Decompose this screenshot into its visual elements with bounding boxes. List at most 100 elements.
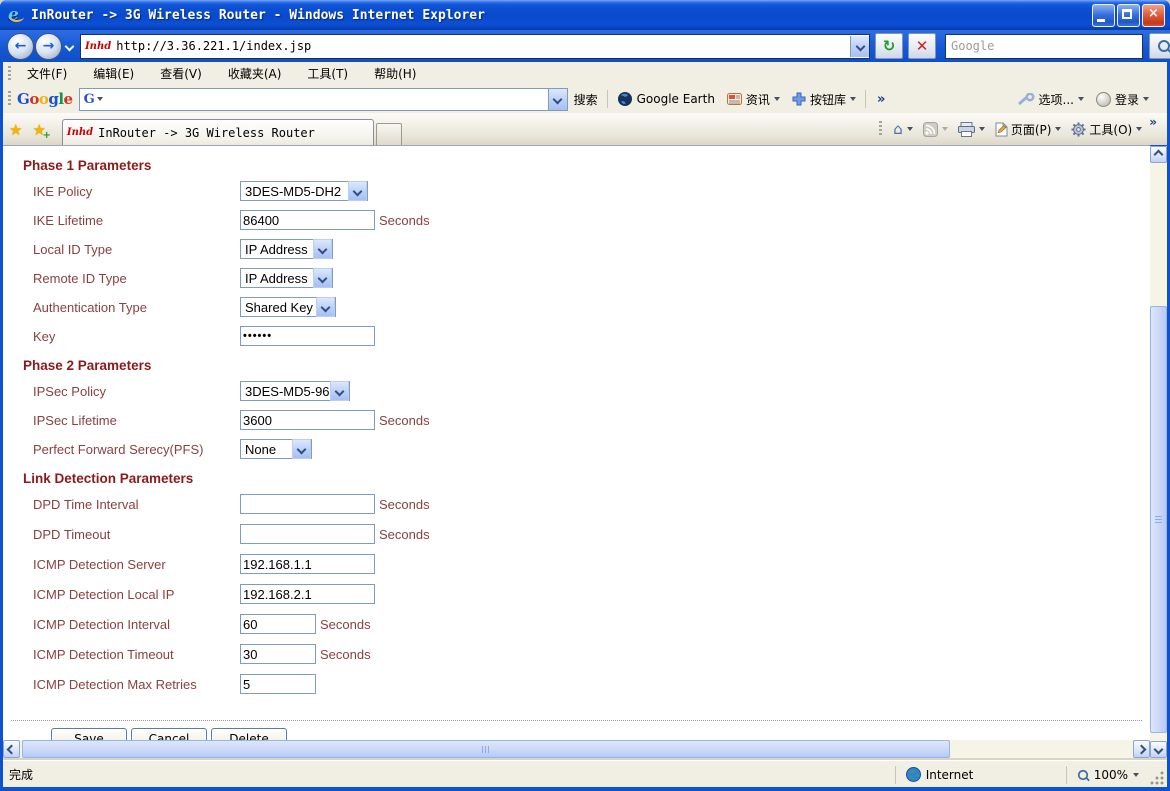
field-label: ICMP Detection Timeout bbox=[33, 647, 240, 662]
ike-policy-select[interactable]: 3DES-MD5-DH2 bbox=[240, 181, 368, 201]
new-tab-button[interactable] bbox=[376, 123, 402, 145]
home-button[interactable]: ⌂ bbox=[888, 120, 918, 139]
menu-help[interactable]: 帮助(H) bbox=[364, 62, 426, 85]
address-dropdown-button[interactable] bbox=[850, 36, 869, 57]
field-suffix: Seconds bbox=[379, 413, 430, 428]
page-menu-button[interactable]: 页面(P) bbox=[990, 119, 1067, 140]
select-value: Shared Key bbox=[241, 300, 313, 315]
chevron-down-icon bbox=[292, 439, 311, 459]
scroll-down-button[interactable] bbox=[1150, 741, 1167, 758]
chevron-down-icon bbox=[850, 97, 856, 101]
vertical-scrollbar[interactable] bbox=[1150, 146, 1167, 758]
command-overflow-button[interactable]: » bbox=[1147, 113, 1163, 129]
maximize-button[interactable] bbox=[1117, 4, 1140, 27]
search-input[interactable] bbox=[946, 34, 1142, 59]
field-label: Authentication Type bbox=[33, 300, 240, 315]
key-password-input[interactable] bbox=[240, 326, 375, 346]
close-button[interactable]: × bbox=[1142, 4, 1165, 27]
field-label: Local ID Type bbox=[33, 242, 240, 257]
signin-button[interactable]: 登录 bbox=[1090, 88, 1155, 111]
select-value: 3DES-MD5-96 bbox=[241, 384, 330, 399]
icmp-detection-local-ip-input[interactable] bbox=[240, 584, 375, 604]
field-row-key: Key bbox=[33, 326, 1150, 346]
pfs-select[interactable]: None bbox=[240, 439, 312, 459]
news-button[interactable]: 资讯 bbox=[721, 88, 786, 111]
stop-button[interactable]: ✕ bbox=[908, 33, 936, 59]
star-icon: ★ bbox=[9, 121, 22, 139]
url-text: http://3.36.221.1/index.jsp bbox=[116, 39, 311, 53]
local-id-type-select[interactable]: IP Address bbox=[240, 239, 333, 259]
google-search-dropdown[interactable] bbox=[548, 89, 567, 110]
toolbar-overflow-button[interactable]: » bbox=[869, 92, 893, 107]
menu-favorites[interactable]: 收藏夹(A) bbox=[218, 62, 292, 85]
options-button[interactable]: 选项... bbox=[1012, 88, 1090, 111]
search-button[interactable] bbox=[1149, 33, 1170, 59]
menu-file[interactable]: 文件(F) bbox=[17, 62, 77, 85]
chevron-down-icon[interactable] bbox=[97, 97, 103, 101]
field-label: Perfect Forward Serecy(PFS) bbox=[33, 442, 240, 457]
chevron-down-icon bbox=[855, 41, 865, 51]
tools-menu-button[interactable]: 工具(O) bbox=[1066, 119, 1147, 140]
button-gallery-button[interactable]: 按钮库 bbox=[786, 88, 862, 111]
chevron-up-icon bbox=[1154, 150, 1164, 160]
ipsec-lifetime-input[interactable] bbox=[240, 410, 375, 430]
remote-id-type-select[interactable]: IP Address bbox=[240, 268, 333, 288]
toolbar-grip[interactable] bbox=[8, 66, 11, 82]
toolbar-grip[interactable] bbox=[879, 121, 882, 137]
horizontal-scrollbar[interactable] bbox=[3, 740, 1150, 758]
field-suffix: Seconds bbox=[379, 213, 430, 228]
google-search-go-button[interactable]: 搜索 bbox=[568, 88, 604, 111]
field-suffix: Seconds bbox=[379, 497, 430, 512]
icmp-detection-server-input[interactable] bbox=[240, 554, 375, 574]
add-favorite-button[interactable]: ★+ bbox=[26, 121, 49, 145]
authentication-type-select[interactable]: Shared Key bbox=[240, 297, 336, 317]
tab-active[interactable]: Inhd InRouter -> 3G Wireless Router bbox=[62, 119, 374, 145]
field-row-ike-lifetime: IKE Lifetime Seconds bbox=[33, 210, 1150, 230]
address-input[interactable]: Inhd http://3.36.221.1/index.jsp bbox=[80, 34, 870, 59]
scroll-right-button[interactable] bbox=[1133, 740, 1150, 758]
field-row-local-id-type: Local ID Type IP Address bbox=[33, 239, 1150, 259]
feeds-button[interactable] bbox=[918, 120, 953, 139]
back-button[interactable]: ← bbox=[7, 33, 34, 60]
ike-lifetime-input[interactable] bbox=[240, 210, 375, 230]
menu-edit[interactable]: 编辑(E) bbox=[83, 62, 144, 85]
print-button[interactable] bbox=[953, 120, 990, 139]
refresh-button[interactable]: ↻ bbox=[875, 33, 903, 59]
horizontal-scroll-thumb[interactable] bbox=[22, 740, 950, 758]
history-dropdown-button[interactable] bbox=[62, 35, 76, 57]
favorites-center-button[interactable]: ★ bbox=[3, 121, 26, 145]
toolbar-grip[interactable] bbox=[8, 91, 11, 107]
vertical-scroll-thumb[interactable] bbox=[1150, 306, 1167, 733]
google-search-box[interactable]: G bbox=[79, 88, 568, 111]
scroll-up-button[interactable] bbox=[1150, 146, 1167, 163]
chevron-down-icon bbox=[64, 41, 74, 51]
refresh-icon: ↻ bbox=[883, 39, 896, 54]
chevron-down-icon bbox=[330, 381, 349, 401]
icmp-detection-max-retries-input[interactable] bbox=[240, 674, 316, 694]
plus-badge: + bbox=[43, 130, 51, 141]
forward-button[interactable]: → bbox=[35, 33, 62, 60]
zoom-control[interactable]: 100% bbox=[1067, 768, 1149, 782]
select-value: IP Address bbox=[241, 271, 308, 286]
page-content: Phase 1 Parameters IKE Policy 3DES-MD5-D… bbox=[3, 145, 1150, 741]
menu-tools[interactable]: 工具(T) bbox=[297, 62, 358, 85]
dpd-timeout-input[interactable] bbox=[240, 524, 375, 544]
earth-globe-icon bbox=[617, 91, 633, 107]
icmp-detection-interval-input[interactable] bbox=[240, 614, 316, 634]
resize-grip[interactable] bbox=[1149, 770, 1165, 786]
earth-label: Google Earth bbox=[637, 92, 715, 106]
chevron-left-icon bbox=[7, 744, 17, 754]
icmp-detection-timeout-input[interactable] bbox=[240, 644, 316, 664]
google-toolbar: Google G 搜索 Google Earth 资讯 按钮库 » 选项... bbox=[3, 85, 1167, 114]
select-value: IP Address bbox=[241, 242, 308, 257]
field-row-icmp-timeout: ICMP Detection Timeout Seconds bbox=[33, 644, 1150, 664]
dpd-time-interval-input[interactable] bbox=[240, 494, 375, 514]
menu-view[interactable]: 查看(V) bbox=[150, 62, 212, 85]
google-earth-button[interactable]: Google Earth bbox=[611, 88, 721, 110]
scroll-left-button[interactable] bbox=[3, 740, 20, 758]
ipsec-policy-select[interactable]: 3DES-MD5-96 bbox=[240, 381, 350, 401]
news-icon bbox=[727, 93, 742, 105]
minimize-button[interactable] bbox=[1092, 4, 1115, 27]
field-label: IKE Policy bbox=[33, 184, 240, 199]
tab-bar: ★ ★+ Inhd InRouter -> 3G Wireless Router… bbox=[3, 113, 1167, 145]
